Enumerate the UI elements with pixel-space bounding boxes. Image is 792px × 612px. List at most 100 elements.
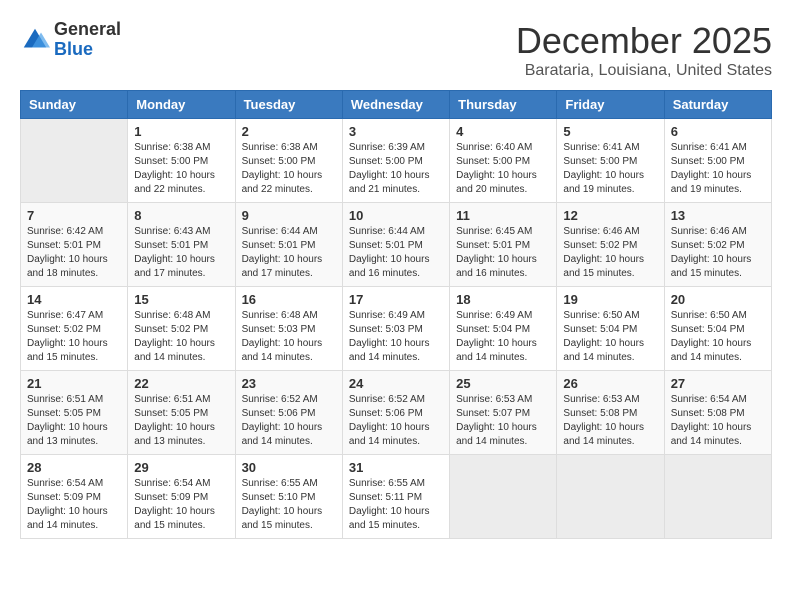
day-number: 14 [27,292,121,307]
day-number: 23 [242,376,336,391]
day-info: Sunrise: 6:41 AM Sunset: 5:00 PM Dayligh… [563,141,657,197]
day-info: Sunrise: 6:46 AM Sunset: 5:02 PM Dayligh… [671,225,765,281]
calendar-cell: 19Sunrise: 6:50 AM Sunset: 5:04 PM Dayli… [557,287,664,371]
day-info: Sunrise: 6:54 AM Sunset: 5:09 PM Dayligh… [27,477,121,533]
day-number: 9 [242,208,336,223]
day-info: Sunrise: 6:46 AM Sunset: 5:02 PM Dayligh… [563,225,657,281]
day-info: Sunrise: 6:54 AM Sunset: 5:08 PM Dayligh… [671,393,765,449]
calendar-header-sunday: Sunday [21,91,128,119]
day-info: Sunrise: 6:52 AM Sunset: 5:06 PM Dayligh… [349,393,443,449]
day-info: Sunrise: 6:44 AM Sunset: 5:01 PM Dayligh… [242,225,336,281]
calendar-header-saturday: Saturday [664,91,771,119]
page-header: General Blue December 2025 Barataria, Lo… [20,20,772,80]
day-number: 4 [456,124,550,139]
calendar-week-row: 28 Sunrise: 6:54 AM Sunset: 5:09 PM Dayli… [21,455,772,539]
day-info: Sunrise: 6:42 AM Sunset: 5:01 PM Dayligh… [27,225,121,281]
calendar-cell: 9 Sunrise: 6:44 AM Sunset: 5:01 PM Daylig… [235,203,342,287]
day-number: 30 [242,460,336,475]
calendar-header-tuesday: Tuesday [235,91,342,119]
day-number: 24 [349,376,443,391]
day-number: 11 [456,208,550,223]
day-info: Sunrise: 6:50 AM Sunset: 5:04 PM Dayligh… [563,309,657,365]
day-info: Sunrise: 6:44 AM Sunset: 5:01 PM Dayligh… [349,225,443,281]
location: Barataria, Louisiana, United States [516,62,772,80]
day-number: 13 [671,208,765,223]
calendar-week-row: 14Sunrise: 6:47 AM Sunset: 5:02 PM Dayli… [21,287,772,371]
day-info: Sunrise: 6:45 AM Sunset: 5:01 PM Dayligh… [456,225,550,281]
calendar-cell: 28 Sunrise: 6:54 AM Sunset: 5:09 PM Dayli… [21,455,128,539]
day-info: Sunrise: 6:38 AM Sunset: 5:00 PM Dayligh… [134,141,228,197]
day-number: 20 [671,292,765,307]
day-number: 3 [349,124,443,139]
day-number: 27 [671,376,765,391]
calendar-cell: 12 Sunrise: 6:46 AM Sunset: 5:02 PM Dayli… [557,203,664,287]
calendar-cell: 18Sunrise: 6:49 AM Sunset: 5:04 PM Dayli… [450,287,557,371]
day-number: 5 [563,124,657,139]
calendar-cell: 5 Sunrise: 6:41 AM Sunset: 5:00 PM Daylig… [557,119,664,203]
logo-general: General [54,19,121,39]
day-info: Sunrise: 6:53 AM Sunset: 5:07 PM Dayligh… [456,393,550,449]
calendar-cell: 30Sunrise: 6:55 AM Sunset: 5:10 PM Dayli… [235,455,342,539]
day-number: 1 [134,124,228,139]
day-info: Sunrise: 6:43 AM Sunset: 5:01 PM Dayligh… [134,225,228,281]
calendar-cell: 22 Sunrise: 6:51 AM Sunset: 5:05 PM Dayli… [128,371,235,455]
calendar-cell: 4 Sunrise: 6:40 AM Sunset: 5:00 PM Daylig… [450,119,557,203]
day-info: Sunrise: 6:54 AM Sunset: 5:09 PM Dayligh… [134,477,228,533]
calendar-header-friday: Friday [557,91,664,119]
day-number: 17 [349,292,443,307]
calendar-week-row: 1 Sunrise: 6:38 AM Sunset: 5:00 PM Daylig… [21,119,772,203]
day-number: 22 [134,376,228,391]
calendar-cell [664,455,771,539]
day-info: Sunrise: 6:53 AM Sunset: 5:08 PM Dayligh… [563,393,657,449]
day-number: 26 [563,376,657,391]
calendar-cell: 21Sunrise: 6:51 AM Sunset: 5:05 PM Dayli… [21,371,128,455]
day-number: 10 [349,208,443,223]
day-info: Sunrise: 6:49 AM Sunset: 5:04 PM Dayligh… [456,309,550,365]
day-number: 21 [27,376,121,391]
day-info: Sunrise: 6:48 AM Sunset: 5:03 PM Dayligh… [242,309,336,365]
day-info: Sunrise: 6:48 AM Sunset: 5:02 PM Dayligh… [134,309,228,365]
day-number: 8 [134,208,228,223]
calendar-cell: 15 Sunrise: 6:48 AM Sunset: 5:02 PM Dayli… [128,287,235,371]
day-number: 2 [242,124,336,139]
calendar-cell: 25 Sunrise: 6:53 AM Sunset: 5:07 PM Dayli… [450,371,557,455]
calendar-cell: 23Sunrise: 6:52 AM Sunset: 5:06 PM Dayli… [235,371,342,455]
calendar-cell: 7 Sunrise: 6:42 AM Sunset: 5:01 PM Daylig… [21,203,128,287]
calendar-header-wednesday: Wednesday [342,91,449,119]
day-number: 15 [134,292,228,307]
day-info: Sunrise: 6:40 AM Sunset: 5:00 PM Dayligh… [456,141,550,197]
calendar-cell: 27 Sunrise: 6:54 AM Sunset: 5:08 PM Dayli… [664,371,771,455]
day-number: 29 [134,460,228,475]
calendar-cell: 10 Sunrise: 6:44 AM Sunset: 5:01 PM Dayli… [342,203,449,287]
logo-text: General Blue [54,20,121,60]
day-info: Sunrise: 6:51 AM Sunset: 5:05 PM Dayligh… [134,393,228,449]
calendar-cell: 11 Sunrise: 6:45 AM Sunset: 5:01 PM Dayli… [450,203,557,287]
day-number: 25 [456,376,550,391]
calendar-cell: 13 Sunrise: 6:46 AM Sunset: 5:02 PM Dayli… [664,203,771,287]
calendar-header-row: SundayMondayTuesdayWednesdayThursdayFrid… [21,91,772,119]
calendar-cell: 8 Sunrise: 6:43 AM Sunset: 5:01 PM Daylig… [128,203,235,287]
calendar-table: SundayMondayTuesdayWednesdayThursdayFrid… [20,90,772,539]
day-number: 16 [242,292,336,307]
logo-icon [20,25,50,55]
calendar-week-row: 7 Sunrise: 6:42 AM Sunset: 5:01 PM Daylig… [21,203,772,287]
logo-blue: Blue [54,39,93,59]
calendar-cell: 31 Sunrise: 6:55 AM Sunset: 5:11 PM Dayli… [342,455,449,539]
calendar-week-row: 21 Sunrise: 6:51 AM Sunset: 5:05 PM Dayli… [21,371,772,455]
day-number: 28 [27,460,121,475]
calendar-cell: 26 Sunrise: 6:53 AM Sunset: 5:08 PM Dayli… [557,371,664,455]
calendar-cell: 3Sunrise: 6:39 AM Sunset: 5:00 PM Daylig… [342,119,449,203]
day-info: Sunrise: 6:38 AM Sunset: 5:00 PM Dayligh… [242,141,336,197]
calendar-header-monday: Monday [128,91,235,119]
day-number: 7 [27,208,121,223]
calendar-cell: 6Sunrise: 6:41 AM Sunset: 5:00 PM Daylig… [664,119,771,203]
day-info: Sunrise: 6:50 AM Sunset: 5:04 PM Dayligh… [671,309,765,365]
logo: General Blue [20,20,121,60]
day-number: 12 [563,208,657,223]
calendar-cell [450,455,557,539]
calendar-cell: 29 Sunrise: 6:54 AM Sunset: 5:09 PM Dayli… [128,455,235,539]
calendar-cell [557,455,664,539]
day-number: 31 [349,460,443,475]
day-info: Sunrise: 6:55 AM Sunset: 5:11 PM Dayligh… [349,477,443,533]
calendar-cell: 16 Sunrise: 6:48 AM Sunset: 5:03 PM Dayli… [235,287,342,371]
